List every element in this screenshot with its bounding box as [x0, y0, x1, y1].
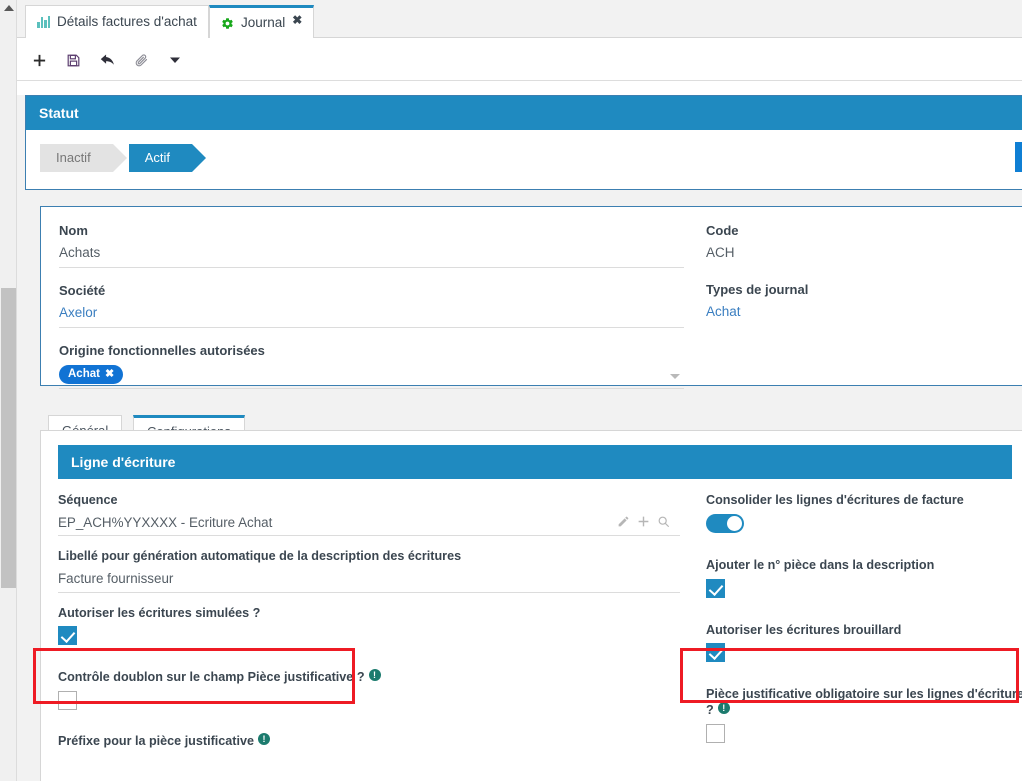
toggle-consolider-lignes[interactable]: [706, 513, 744, 533]
field-label-text: Pièce justificative obligatoire sur les …: [706, 687, 1022, 718]
main-stage: Détails factures d'achat Journal ✖ Statu…: [17, 0, 1022, 781]
field-label: Types de journal: [706, 281, 809, 297]
field-libelle-generation: Libellé pour génération automatique de l…: [58, 549, 680, 593]
chevron-down-icon[interactable]: [670, 374, 680, 380]
journal-info-left-column: Nom Achats Société Axelor Origine foncti…: [59, 223, 684, 404]
field-ajouter-numero-piece: Ajouter le n° pièce dans la description: [706, 558, 1022, 603]
info-icon[interactable]: !: [368, 669, 381, 682]
field-origines-fonctionnelles: Origine fonctionnelles autorisées Achat ✖: [59, 343, 684, 390]
field-value-sequence[interactable]: EP_ACH%YYXXXX - Ecriture Achat: [58, 514, 680, 537]
field-label-text: Préfixe pour la pièce justificative: [58, 733, 254, 748]
record-toolbar: [17, 38, 1022, 81]
tag-remove-icon[interactable]: ✖: [105, 368, 114, 380]
status-stepper: Inactif Actif: [26, 130, 1022, 192]
search-icon[interactable]: [657, 515, 670, 533]
tab-label: Journal: [241, 15, 286, 31]
config-tabstrip: Général Configurations: [40, 400, 1022, 445]
status-step-label: Actif: [144, 150, 170, 166]
field-label: Consolider les lignes d'écritures de fac…: [706, 493, 964, 508]
field-label: Séquence: [58, 493, 118, 508]
field-label: Contrôle doublon sur le champ Pièce just…: [58, 669, 680, 686]
back-button[interactable]: [95, 48, 119, 72]
close-icon[interactable]: ✖: [292, 13, 302, 27]
field-types-de-journal: Types de journal Achat: [706, 282, 1022, 326]
sequence-field-actions: [617, 515, 670, 533]
tag-multiselect-input[interactable]: Achat ✖: [59, 364, 684, 390]
field-label: Libellé pour génération automatique de l…: [58, 549, 462, 564]
new-record-button[interactable]: [27, 48, 51, 72]
status-side-action-button[interactable]: [1015, 142, 1022, 173]
gear-icon: [221, 17, 234, 30]
field-sequence: Séquence EP_ACH%YYXXXX - Ecriture Achat: [58, 493, 680, 537]
field-nom: Nom Achats: [59, 223, 684, 268]
chevron-tip: [191, 144, 206, 173]
configurations-pane: Ligne d'écriture Séquence EP_ACH%YYXXXX …: [40, 430, 1022, 781]
window-tabstrip: Détails factures d'achat Journal ✖: [17, 0, 1022, 38]
scrollbar-thumb[interactable]: [1, 288, 16, 588]
field-value-prefixe-piece-justificative[interactable]: [58, 755, 680, 781]
field-consolider-lignes: Consolider les lignes d'écritures de fac…: [706, 493, 1022, 538]
field-label: Ajouter le n° pièce dans la description: [706, 557, 935, 572]
save-button[interactable]: [61, 48, 85, 72]
checkbox-ajouter-numero-piece[interactable]: [706, 578, 725, 598]
ligne-ecriture-header-wrap: Ligne d'écriture: [41, 431, 1022, 480]
info-icon[interactable]: !: [717, 702, 730, 715]
field-label: Préfixe pour la pièce justificative!: [58, 732, 680, 750]
tab-journal[interactable]: Journal ✖: [209, 5, 315, 38]
config-right-column: Consolider les lignes d'écritures de fac…: [706, 493, 1022, 761]
field-label: Code: [706, 223, 739, 238]
field-value-societe[interactable]: Axelor: [59, 304, 684, 328]
chevron-tip: [112, 144, 127, 173]
tab-label: Détails factures d'achat: [57, 14, 197, 30]
tag-label: Achat: [68, 367, 100, 380]
field-value-types-de-journal[interactable]: Achat: [706, 303, 1022, 326]
field-value-libelle-generation[interactable]: Facture fournisseur: [58, 570, 680, 593]
checkbox-autoriser-ecritures-simulees[interactable]: [58, 626, 77, 646]
checkbox-piece-justificative-obligatoire[interactable]: [706, 723, 725, 743]
tag-chip-achat[interactable]: Achat ✖: [59, 364, 124, 385]
status-panel-title: Statut: [26, 96, 1022, 131]
status-step-inactif[interactable]: Inactif: [40, 144, 127, 173]
field-controle-doublon: Contrôle doublon sur le champ Pièce just…: [58, 669, 680, 715]
status-panel: Statut Inactif Actif: [25, 95, 1022, 190]
more-menu-button[interactable]: [163, 48, 187, 72]
journal-info-panel: Nom Achats Société Axelor Origine foncti…: [40, 206, 1022, 390]
field-societe: Société Axelor: [59, 283, 684, 328]
field-label-text: Contrôle doublon sur le champ Pièce just…: [58, 670, 365, 685]
checkbox-controle-doublon[interactable]: [58, 690, 77, 710]
toggle-knob: [727, 515, 742, 531]
field-label: Pièce justificative obligatoire sur les …: [706, 687, 1022, 718]
field-piece-justificative-obligatoire: Pièce justificative obligatoire sur les …: [706, 687, 1022, 747]
field-autoriser-ecritures-brouillard: Autoriser les écritures brouillard: [706, 623, 1022, 668]
checkbox-autoriser-ecritures-brouillard[interactable]: [706, 643, 725, 663]
info-icon[interactable]: !: [257, 732, 270, 745]
field-value-nom[interactable]: Achats: [59, 244, 684, 268]
tab-details-factures-achat[interactable]: Détails factures d'achat: [25, 5, 209, 38]
journal-info-grid: Nom Achats Société Axelor Origine foncti…: [41, 207, 1022, 390]
status-step-label: Inactif: [56, 150, 91, 166]
bar-chart-icon: [37, 16, 50, 28]
field-label: Origine fonctionnelles autorisées: [59, 342, 265, 358]
pencil-icon[interactable]: [617, 515, 630, 533]
field-label: Autoriser les écritures brouillard: [706, 622, 902, 637]
field-autoriser-ecritures-simulees: Autoriser les écritures simulées ?: [58, 606, 680, 651]
ligne-ecriture-title: Ligne d'écriture: [58, 445, 1012, 480]
scroll-up-arrow-icon[interactable]: [4, 5, 14, 11]
application-window: Détails factures d'achat Journal ✖ Statu…: [0, 0, 1022, 781]
field-value-code[interactable]: ACH: [706, 244, 1022, 267]
config-left-column: Séquence EP_ACH%YYXXXX - Ecriture Achat: [58, 493, 680, 781]
status-step-actif[interactable]: Actif: [128, 144, 206, 173]
field-label: Société: [59, 282, 106, 298]
field-code: Code ACH: [706, 223, 1022, 267]
field-label: Nom: [59, 223, 88, 238]
field-prefixe-piece-justificative: Préfixe pour la pièce justificative!: [58, 732, 680, 781]
field-label: Autoriser les écritures simulées ?: [58, 605, 261, 620]
journal-info-right-column: Code ACH Types de journal Achat: [706, 223, 1022, 341]
toolbar-spacer: [17, 81, 1022, 95]
plus-icon[interactable]: [637, 515, 650, 533]
page-scrollbar[interactable]: [0, 0, 17, 781]
attachment-button[interactable]: [129, 48, 153, 72]
